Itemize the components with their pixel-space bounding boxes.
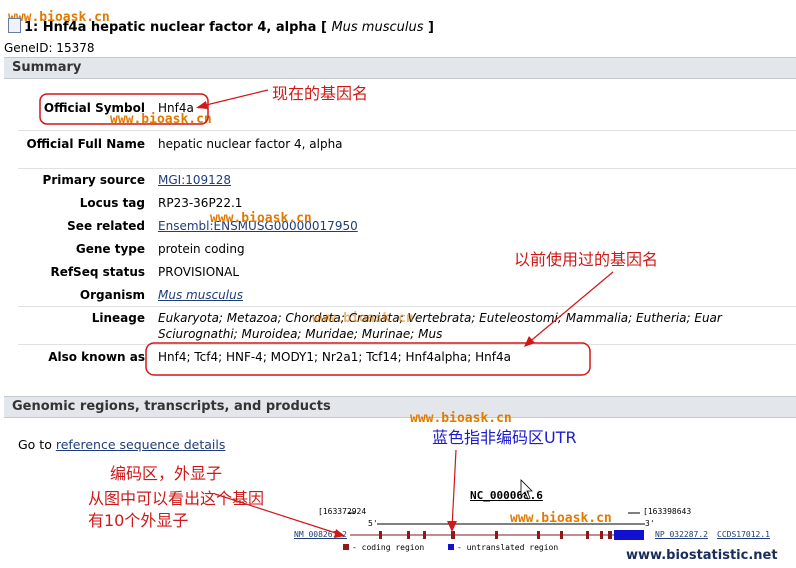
summary-heading: Summary bbox=[4, 57, 796, 79]
exon-2 bbox=[407, 531, 410, 539]
document-icon[interactable] bbox=[8, 18, 21, 33]
label-official-full-name: Official Full Name bbox=[26, 137, 145, 151]
value-lineage: Eukaryota; Metazoa; Chordata; Craniata; … bbox=[158, 311, 722, 325]
gene-end-coord: [163398643 bbox=[643, 507, 692, 516]
nm-link[interactable]: NM_008261.2 bbox=[294, 530, 347, 539]
annotation-utr: 蓝色指非编码区UTR bbox=[432, 428, 577, 447]
title-organism: Mus musculus bbox=[331, 20, 424, 35]
annotation-current-name: 现在的基因名 bbox=[272, 84, 369, 103]
exon-7 bbox=[560, 531, 563, 539]
gene-start-coord: [163372924 bbox=[318, 507, 367, 516]
legend-utr-swatch bbox=[448, 544, 454, 550]
accession-label[interactable]: NC_000068.6 bbox=[470, 489, 543, 502]
gene-id: GeneID: 15378 bbox=[4, 41, 95, 55]
link-organism[interactable]: Mus musculus bbox=[158, 288, 243, 302]
ccds-link[interactable]: CCDS17012.1 bbox=[717, 530, 770, 539]
label-organism: Organism bbox=[79, 288, 145, 302]
annotation-exon-line2: 有10个外显子 bbox=[88, 511, 189, 530]
value-refseq-status: PROVISIONAL bbox=[158, 265, 240, 279]
label-also-known-as: Also known as bbox=[48, 350, 145, 364]
exon-4 bbox=[451, 531, 455, 539]
value-official-full-name: hepatic nuclear factor 4, alpha bbox=[158, 137, 343, 151]
watermark-footer: www.biostatistic.net bbox=[626, 548, 778, 563]
label-see-related: See related bbox=[67, 219, 145, 233]
utr-block bbox=[614, 530, 644, 540]
exon-10 bbox=[608, 531, 612, 539]
exon-9 bbox=[600, 531, 603, 539]
np-link[interactable]: NP_032287.2 bbox=[655, 530, 708, 539]
five-prime-label: 5' bbox=[368, 519, 378, 528]
label-gene-type: Gene type bbox=[75, 242, 145, 256]
divider bbox=[18, 130, 796, 131]
value-gene-type: protein coding bbox=[158, 242, 245, 256]
divider bbox=[18, 306, 796, 307]
exon-6 bbox=[537, 531, 540, 539]
annotation-previous-names: 以前使用过的基因名 bbox=[514, 250, 659, 269]
exon-8 bbox=[586, 531, 589, 539]
label-lineage: Lineage bbox=[91, 311, 145, 325]
label-refseq-status: RefSeq status bbox=[50, 265, 145, 279]
genomic-heading: Genomic regions, transcripts, and produc… bbox=[4, 396, 796, 418]
value-also-known-as: Hnf4; Tcf4; HNF-4; MODY1; Nr2a1; Tcf14; … bbox=[158, 350, 511, 364]
watermark: www.bioask.cn bbox=[312, 311, 414, 326]
legend-coding: - coding region bbox=[352, 543, 425, 552]
divider bbox=[18, 344, 796, 345]
annotation-exon-title: 编码区，外显子 bbox=[110, 464, 223, 483]
watermark: www.bioask.cn bbox=[510, 511, 612, 526]
legend-coding-swatch bbox=[343, 544, 349, 550]
watermark: www.bioask.cn bbox=[110, 112, 212, 127]
page-title: 1: Hnf4a hepatic nuclear factor 4, alpha… bbox=[8, 18, 434, 35]
value-locus-tag: RP23-36P22.1 bbox=[158, 196, 243, 210]
exon-1 bbox=[379, 531, 382, 539]
annotation-exon-line1: 从图中可以看出这个基因 bbox=[88, 489, 265, 508]
watermark: www.bioask.cn bbox=[210, 211, 312, 226]
divider bbox=[18, 168, 796, 169]
three-prime-label: 3' bbox=[645, 519, 655, 528]
link-primary-source[interactable]: MGI:109128 bbox=[158, 173, 231, 187]
label-locus-tag: Locus tag bbox=[79, 196, 145, 210]
label-primary-source: Primary source bbox=[42, 173, 145, 187]
exon-3 bbox=[423, 531, 426, 539]
goto-line: Go to reference sequence details bbox=[18, 437, 226, 452]
exon-5 bbox=[495, 531, 498, 539]
value-lineage-line2: Sciurognathi; Muroidea; Muridae; Murinae… bbox=[158, 327, 443, 341]
reference-sequence-link[interactable]: reference sequence details bbox=[56, 437, 226, 452]
legend-utr: - untranslated region bbox=[457, 543, 559, 552]
